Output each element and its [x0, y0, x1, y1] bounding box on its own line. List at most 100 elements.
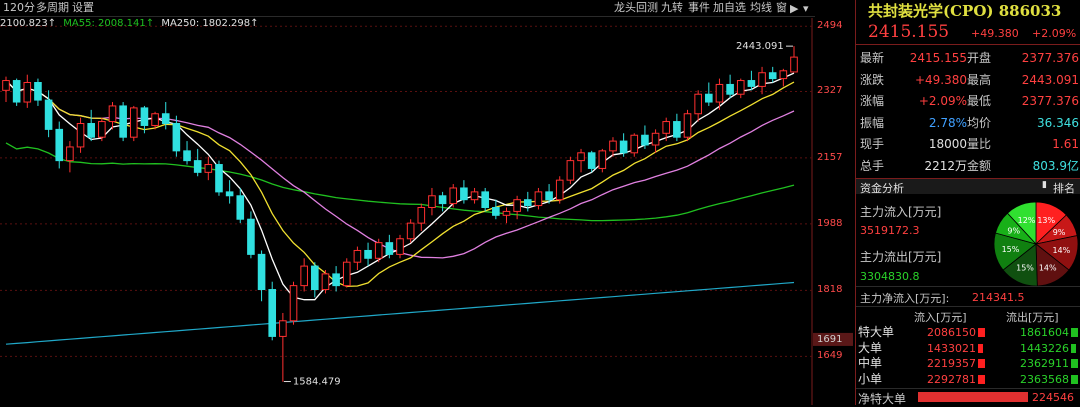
stock-change: +49.380 [971, 27, 1019, 40]
fund-pie-chart: 13% 9% 14% 14% 15% 15% 9% 12% [993, 201, 1079, 287]
fund-flow-row: 小单 2292781 2363568 [856, 372, 1080, 387]
fund-analysis-header: 资金分析 ▮ 排名 [856, 178, 1080, 196]
candle-body [66, 146, 74, 162]
rank-icon[interactable]: ▮ [1042, 180, 1047, 190]
dragon-tiger-button[interactable]: 龙头回测 [614, 1, 658, 15]
settings-button[interactable]: 设置 [72, 1, 94, 15]
period-button[interactable]: 120分 [3, 1, 35, 15]
quote-value: +2.09% [918, 94, 967, 108]
candle-body [545, 191, 553, 201]
candle-body [641, 134, 649, 146]
pie-label: 9% [1007, 227, 1020, 236]
pie-label: 14% [1039, 263, 1057, 272]
net-big-order-label: 净特大单 [858, 392, 907, 406]
candle-body [98, 121, 106, 138]
fund-in-bar [978, 343, 983, 353]
main-out-value: 3304830.8 [860, 270, 920, 283]
pie-label: 9% [1053, 228, 1066, 237]
quote-value: +49.380 [914, 72, 967, 87]
candle-body [694, 93, 702, 115]
candle-body [747, 80, 756, 87]
play-icon[interactable]: ▶ [790, 2, 798, 15]
col-out-header: 流出[万元] [1006, 311, 1059, 324]
candle-body [449, 187, 458, 205]
candle-body [215, 164, 223, 193]
candle-body [140, 107, 149, 126]
current-marker-label: 1691 [817, 333, 843, 345]
candle-body [523, 199, 532, 207]
quote-label: 均价 [967, 115, 992, 130]
candle-body [23, 82, 32, 103]
candle-body [726, 83, 734, 95]
fund-analysis-tab[interactable]: 资金分析 [860, 180, 904, 196]
candle-body [129, 107, 138, 138]
quote-row: 现手 18000 量比 1.61 [856, 133, 1080, 155]
candle-body [2, 80, 10, 91]
nine-turn-button[interactable]: 九转 [661, 1, 683, 15]
candle-body [193, 160, 202, 173]
candle-body [683, 113, 692, 138]
candle-body [609, 140, 617, 152]
rank-tab[interactable]: 排名 [1053, 180, 1075, 196]
events-button[interactable]: 事件 [688, 1, 710, 15]
net-big-order-bar [918, 392, 1028, 402]
quote-value: 36.346 [1037, 115, 1079, 130]
candle-body [332, 273, 340, 287]
candle-body [183, 150, 191, 162]
fund-out-value: 1443226 [1020, 341, 1069, 355]
quote-label: 最低 [967, 94, 992, 108]
chart-toolbar: 120分 多周期 设置 龙头回测 九转 事件 加自选 均线 窗 ▶ ▾ [0, 0, 815, 17]
fund-out-bar [1071, 374, 1078, 384]
candle-body [151, 113, 159, 126]
pie-label: 15% [1016, 264, 1034, 273]
add-watchlist-button[interactable]: 加自选 [713, 1, 746, 15]
y-tick-label: 2327 [817, 85, 843, 97]
net-big-order-value: 224546 [1032, 391, 1074, 404]
fund-in-bar [978, 359, 985, 368]
multi-period-button[interactable]: 多周期 [36, 1, 69, 15]
y-tick-label: 1988 [817, 217, 843, 229]
fund-in-value: 2219357 [927, 357, 976, 370]
candle-body [566, 160, 575, 181]
quote-label: 开盘 [967, 51, 992, 65]
candle-body [587, 152, 596, 169]
candlestick-chart[interactable]: 2443.091 1584.479 [0, 0, 855, 405]
chevron-down-icon[interactable]: ▾ [803, 2, 809, 15]
candle-body [673, 121, 681, 138]
candle-body [736, 80, 745, 95]
candle-body [470, 191, 479, 201]
quote-label: 振幅 [860, 115, 885, 130]
ma-legend: 2100.823↑ MA55: 2008.141↑ MA250: 1802.29… [0, 17, 259, 31]
fund-out-bar [1071, 328, 1078, 337]
fund-out-value: 2362911 [1020, 357, 1069, 370]
fund-out-bar [1071, 359, 1078, 368]
candle-body [715, 83, 724, 103]
fund-in-value: 1433021 [927, 341, 976, 355]
fund-in-value: 2086150 [927, 326, 976, 339]
fund-in-bar [978, 328, 985, 337]
candle-body [481, 191, 489, 208]
candle-body [55, 128, 64, 162]
candle-body [630, 134, 639, 154]
candle-body [12, 80, 21, 103]
ma-line-button[interactable]: 均线 [750, 1, 772, 15]
quote-label: 最高 [967, 72, 992, 87]
quote-row: 涨幅 +2.09% 最低 2377.376 [856, 90, 1080, 112]
fund-in-bar [978, 374, 985, 384]
quote-value: 2377.376 [1021, 94, 1079, 108]
quote-label: 金额 [967, 158, 992, 173]
candle-body [374, 242, 383, 259]
candle-body [119, 105, 127, 138]
ma55-line [5, 142, 795, 222]
fund-row-label: 小单 [858, 371, 883, 386]
pie-label: 13% [1037, 216, 1055, 225]
candle-body [44, 99, 53, 130]
candle-body [577, 152, 585, 162]
main-in-value: 3519172.3 [860, 224, 920, 237]
window-button[interactable]: 窗 [776, 1, 787, 15]
candle-body [289, 285, 298, 322]
candle-body [268, 289, 277, 337]
candle-body [619, 140, 628, 154]
ma250-line [5, 281, 795, 345]
stock-title: 共封装光学(CPO) 886033 [868, 0, 1061, 21]
